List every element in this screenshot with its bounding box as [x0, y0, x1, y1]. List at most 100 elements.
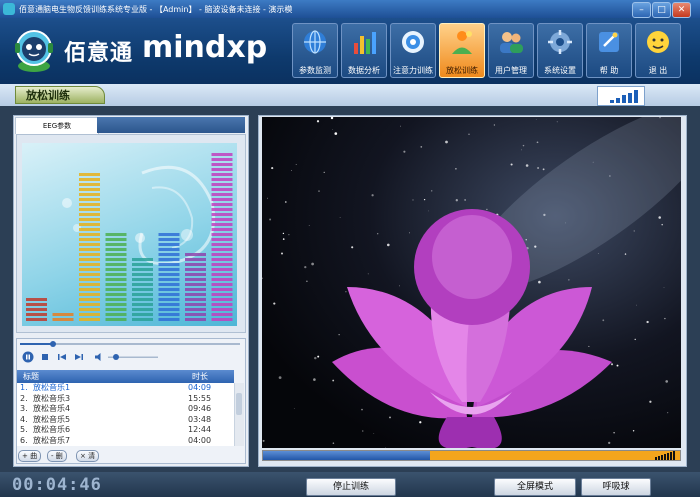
nav-label: 帮 助 [599, 66, 619, 75]
signal-bar [634, 90, 638, 103]
track-name: 放松音乐1 [33, 383, 71, 392]
track-number: 4. [20, 414, 28, 424]
video-progress-bar[interactable] [262, 450, 681, 461]
column-duration: 时长 [192, 372, 208, 381]
playlist: 1. 放松音乐1 04:09 2. 放松音乐3 15:55 3. 放松音乐4 09:46 4. 放松… [17, 383, 234, 446]
eeg-bar [52, 313, 74, 321]
close-button[interactable]: ✕ [672, 2, 691, 18]
relax-icon [452, 31, 472, 54]
fullscreen-button[interactable]: 全屏模式 [494, 478, 576, 496]
nav-button-1[interactable]: 数据分析 [341, 23, 387, 78]
add-track-button[interactable]: + 曲 [18, 450, 42, 462]
remove-track-button[interactable]: - 删 [47, 450, 67, 462]
scroll-thumb[interactable] [236, 393, 242, 415]
signal-strength-icon [597, 86, 645, 106]
volume-slider[interactable] [108, 354, 158, 360]
playlist-row[interactable]: 4. 放松音乐5 03:48 [17, 415, 234, 426]
globe-icon [304, 30, 326, 54]
volume-handle[interactable] [113, 354, 119, 360]
nav-button-3[interactable]: 放松训练 [439, 23, 485, 78]
track-name: 放松音乐5 [33, 414, 71, 424]
playlist-row[interactable]: 6. 放松音乐7 04:00 [17, 436, 234, 447]
track-name: 放松音乐3 [33, 393, 71, 403]
bar-chart-icon [354, 32, 376, 54]
nav-label: 系统设置 [544, 66, 576, 75]
settings-icon [548, 30, 572, 54]
stop-training-button[interactable]: 停止训练 [306, 478, 396, 496]
tab-strip [97, 117, 245, 133]
app-icon [3, 3, 15, 15]
exit-icon [647, 31, 669, 53]
track-duration: 09:46 [188, 404, 212, 413]
volume-icon[interactable] [93, 351, 105, 363]
playlist-row[interactable]: 1. 放松音乐1 04:09 [17, 383, 234, 394]
training-timer: 00:04:46 [12, 475, 102, 495]
nav-label: 退 出 [648, 66, 668, 75]
section-title: 放松训练 [15, 86, 105, 104]
help-icon [599, 32, 619, 52]
nav-label: 数据分析 [348, 66, 380, 75]
eeg-bar [211, 153, 233, 321]
eeg-bar [185, 253, 206, 321]
nav-label: 用户管理 [495, 66, 527, 75]
eeg-bar [158, 233, 180, 321]
mascot-logo-icon [15, 30, 53, 72]
stop-button[interactable] [39, 351, 51, 363]
eeg-bar [105, 233, 127, 321]
nav-label: 注意力训练 [393, 66, 433, 75]
column-title: 标题 [23, 372, 39, 381]
eeg-bar [132, 258, 153, 321]
track-number: 6. [20, 435, 28, 445]
level-meter-icon [655, 451, 675, 460]
eeg-bar [79, 173, 100, 321]
track-duration: 04:09 [188, 383, 212, 392]
nav-button-0[interactable]: 参数监测 [292, 23, 338, 78]
eeg-bar [26, 298, 47, 321]
signal-bar [616, 97, 620, 103]
signal-bar [622, 95, 626, 103]
breathing-ball-button[interactable]: 呼吸球 [581, 478, 651, 496]
playlist-row[interactable]: 3. 放松音乐4 09:46 [17, 404, 234, 415]
tab-eeg-params[interactable]: EEG参数 [15, 117, 99, 134]
nav-button-7[interactable]: 退 出 [635, 23, 681, 78]
clear-playlist-button[interactable]: × 清 [76, 450, 100, 462]
track-number: 5. [20, 425, 28, 434]
track-duration: 03:48 [188, 414, 212, 424]
next-button[interactable] [73, 351, 85, 363]
signal-bar [610, 100, 614, 103]
nav-button-2[interactable]: 注意力训练 [390, 23, 436, 78]
window-title: 佰意通脑电生物反馈训练系统专业版 - 【Admin】 - 脑波设备未连接 - 演… [19, 5, 293, 14]
signal-bar [628, 92, 632, 103]
track-number: 1. [20, 383, 28, 392]
eeg-bars [26, 153, 233, 321]
playlist-scrollbar[interactable] [234, 383, 244, 446]
video-progress-fill [263, 451, 430, 460]
playlist-row[interactable]: 2. 放松音乐3 15:55 [17, 394, 234, 405]
lotus-flower-icon [262, 117, 681, 448]
maximize-button[interactable]: □ [652, 2, 671, 18]
track-name: 放松音乐7 [33, 435, 71, 445]
minimize-button[interactable]: – [632, 2, 651, 18]
seek-handle[interactable] [50, 341, 56, 347]
track-name: 放松音乐4 [33, 404, 71, 413]
eeg-visualizer [22, 143, 237, 326]
track-number: 2. [20, 393, 28, 403]
seek-bar[interactable] [20, 341, 240, 347]
nav-label: 放松训练 [446, 66, 478, 75]
app-header: 佰意通 mindxp 参数监测 数据分析 注意力训练 放松训练 用户管理 系统设置 帮 助 退… [0, 18, 700, 84]
nav-label: 参数监测 [299, 66, 331, 75]
previous-button[interactable] [56, 351, 68, 363]
pause-button[interactable] [22, 351, 34, 363]
relaxation-video[interactable] [262, 117, 681, 448]
track-name: 放松音乐6 [33, 425, 71, 434]
section-bar [0, 84, 700, 107]
track-duration: 04:00 [188, 435, 212, 445]
track-duration: 12:44 [188, 425, 212, 434]
users-icon [500, 32, 523, 53]
nav-button-5[interactable]: 系统设置 [537, 23, 583, 78]
playlist-row[interactable]: 5. 放松音乐6 12:44 [17, 425, 234, 436]
target-icon [402, 31, 424, 53]
nav-button-6[interactable]: 帮 助 [586, 23, 632, 78]
playlist-header: 标题 时长 [17, 370, 234, 383]
nav-button-4[interactable]: 用户管理 [488, 23, 534, 78]
